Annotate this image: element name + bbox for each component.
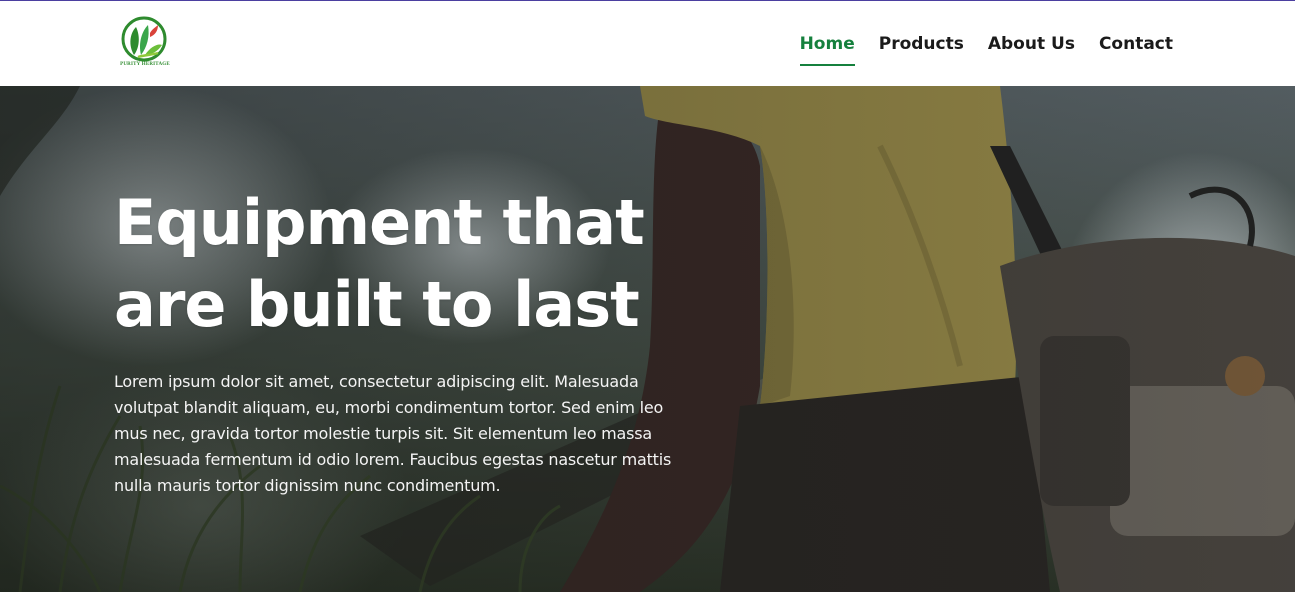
- hero-title-line-2: are built to last: [114, 268, 640, 341]
- logo-text: PURITY HERITAGE: [120, 62, 170, 67]
- site-header: PURITY HERITAGE Home Products About Us C…: [0, 1, 1295, 86]
- nav-contact-link[interactable]: Contact: [1099, 34, 1173, 53]
- main-nav: Home Products About Us Contact: [799, 1, 1173, 86]
- hero-title: Equipment that are built to last: [114, 182, 714, 346]
- hero-title-line-1: Equipment that: [114, 186, 645, 259]
- hero-section: Equipment that are built to last Lorem i…: [0, 86, 1295, 592]
- nav-products-link[interactable]: Products: [879, 34, 964, 53]
- hero-description: Lorem ipsum dolor sit amet, consectetur …: [114, 372, 672, 495]
- nav-home-link[interactable]: Home: [799, 34, 855, 66]
- nav-about-us-link[interactable]: About Us: [988, 34, 1075, 53]
